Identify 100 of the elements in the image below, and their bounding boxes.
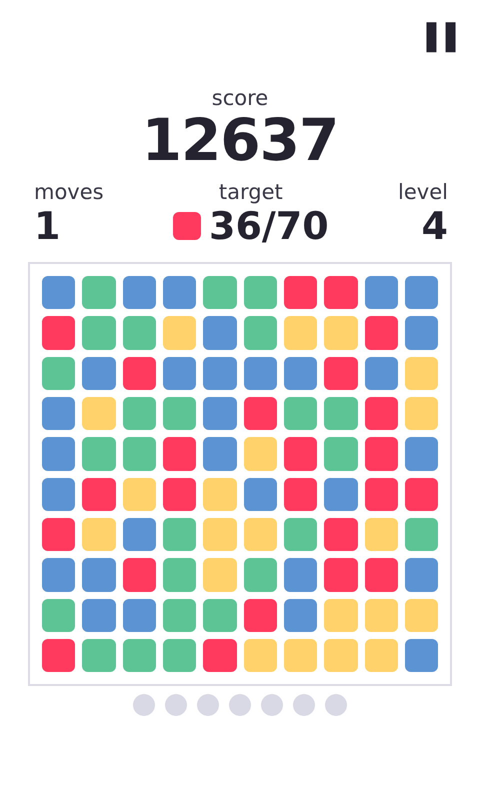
tile[interactable] [364,558,398,592]
tile[interactable] [203,316,237,350]
tile[interactable] [162,356,196,390]
tile[interactable] [82,316,116,350]
tile[interactable] [82,356,116,390]
tile[interactable] [364,396,398,430]
tile[interactable] [284,558,318,592]
tile[interactable] [324,437,358,471]
tile[interactable] [284,396,318,430]
tile[interactable] [203,478,237,511]
tile[interactable] [42,478,76,511]
tile[interactable] [244,356,277,390]
tile[interactable] [162,638,196,672]
tile[interactable] [244,437,277,471]
tile[interactable] [122,437,156,471]
tile[interactable] [203,518,237,552]
tile[interactable] [284,356,318,390]
tile[interactable] [122,396,156,430]
tile[interactable] [324,638,358,672]
tile[interactable] [284,316,318,350]
tile[interactable] [203,356,237,390]
tile[interactable] [42,276,76,310]
tile[interactable] [42,437,76,471]
tile[interactable] [42,396,76,430]
tile[interactable] [122,356,156,390]
tile[interactable] [82,276,116,310]
tile[interactable] [244,518,277,552]
tile[interactable] [324,478,358,511]
tile[interactable] [244,598,277,632]
tile[interactable] [122,276,156,310]
tile[interactable] [162,316,196,350]
tile[interactable] [82,638,116,672]
tile[interactable] [364,478,398,511]
tile[interactable] [364,518,398,552]
tile[interactable] [404,598,438,632]
tile[interactable] [404,276,438,310]
tile[interactable] [364,276,398,310]
tile[interactable] [203,396,237,430]
tile[interactable] [284,478,318,511]
tile[interactable] [42,356,76,390]
tile[interactable] [122,638,156,672]
tile[interactable] [404,316,438,350]
tile[interactable] [284,437,318,471]
tile[interactable] [364,437,398,471]
tile[interactable] [42,558,76,592]
tile[interactable] [364,638,398,672]
tile[interactable] [284,276,318,310]
tile[interactable] [324,276,358,310]
tile[interactable] [324,518,358,552]
tile[interactable] [404,396,438,430]
tile[interactable] [122,316,156,350]
tile[interactable] [122,518,156,552]
tile[interactable] [244,638,277,672]
tile[interactable] [404,356,438,390]
tile[interactable] [162,396,196,430]
tile[interactable] [42,518,76,552]
tile[interactable] [244,478,277,511]
tile[interactable] [162,276,196,310]
tile[interactable] [42,638,76,672]
tile[interactable] [82,558,116,592]
tile[interactable] [364,356,398,390]
tile[interactable] [244,316,277,350]
tile[interactable] [244,276,277,310]
tile[interactable] [82,437,116,471]
tile[interactable] [122,558,156,592]
tile[interactable] [404,558,438,592]
tile[interactable] [324,396,358,430]
tile[interactable] [284,598,318,632]
tile[interactable] [324,356,358,390]
tile[interactable] [364,598,398,632]
tile[interactable] [82,478,116,511]
tile[interactable] [284,518,318,552]
tile[interactable] [162,437,196,471]
tile[interactable] [203,598,237,632]
tile[interactable] [244,558,277,592]
tile[interactable] [244,396,277,430]
tile[interactable] [162,478,196,511]
tile[interactable] [82,396,116,430]
tile[interactable] [203,638,237,672]
tile[interactable] [404,638,438,672]
tile[interactable] [364,316,398,350]
tile[interactable] [203,276,237,310]
pause-button[interactable]: ❚❚ [418,16,458,56]
tile[interactable] [404,518,438,552]
tile[interactable] [162,598,196,632]
tile[interactable] [284,638,318,672]
tile[interactable] [404,478,438,511]
tile[interactable] [324,316,358,350]
tile[interactable] [324,598,358,632]
tile[interactable] [404,437,438,471]
tile[interactable] [203,437,237,471]
tile[interactable] [324,558,358,592]
tile[interactable] [42,598,76,632]
tile[interactable] [122,598,156,632]
tile[interactable] [42,316,76,350]
tile[interactable] [162,558,196,592]
tile[interactable] [162,518,196,552]
tile[interactable] [203,558,237,592]
tile[interactable] [82,518,116,552]
tile[interactable] [122,478,156,511]
